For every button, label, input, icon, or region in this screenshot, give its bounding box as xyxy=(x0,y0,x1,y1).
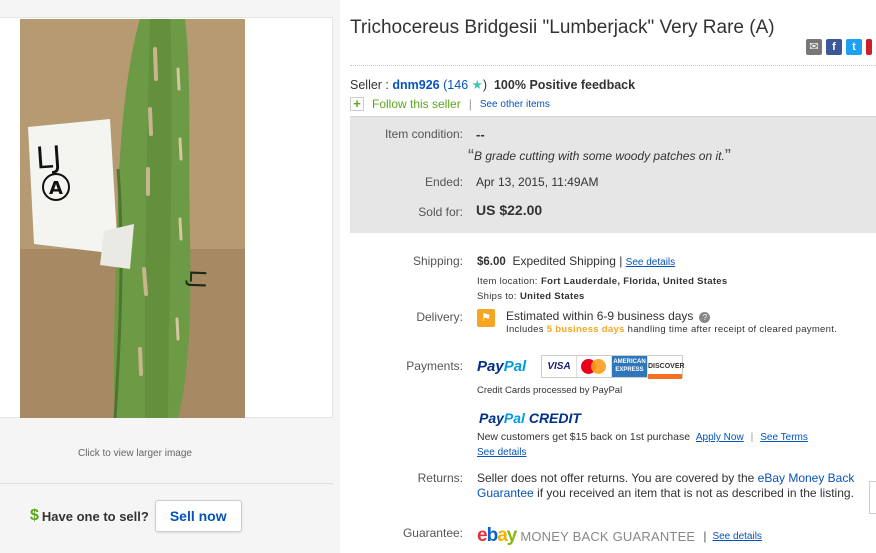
seller-name-link[interactable]: dnm926 xyxy=(392,78,439,92)
card-label-a: A xyxy=(49,178,63,199)
delivery-estimate: Estimated within 6-9 business days? xyxy=(506,309,711,323)
sold-label: Sold for: xyxy=(418,205,463,219)
follow-row: + Follow this seller | See other items xyxy=(350,97,550,111)
feedback-score-link[interactable]: 146 xyxy=(447,78,468,92)
guarantee-row: ebay MONEY BACK GUARANTEE | See details xyxy=(477,525,762,547)
apply-now-link[interactable]: Apply Now xyxy=(696,432,744,443)
condition-note: “B grade cutting with some woody patches… xyxy=(468,146,731,167)
seller-prefix: Seller : xyxy=(350,78,389,92)
credit-word: CREDIT xyxy=(528,410,581,426)
title-divider xyxy=(350,65,876,66)
handling-rest: handling time after receipt of cleared p… xyxy=(627,324,838,335)
feedback-percent: 100% xyxy=(493,78,526,92)
score-close: ) xyxy=(482,78,488,92)
includes-text: Includes xyxy=(506,324,544,335)
share-bar: ✉ f t xyxy=(806,39,872,55)
new-customer-offer: New customers get $15 back on 1st purcha… xyxy=(477,431,808,443)
twitter-icon[interactable]: t xyxy=(846,39,862,55)
money-back-guarantee-text: MONEY BACK GUARANTEE xyxy=(520,528,696,544)
cactus-image: LJ A LJ xyxy=(20,19,245,418)
condition-value: -- xyxy=(476,127,485,142)
star-icon: ★ xyxy=(471,78,483,92)
side-panel-edge xyxy=(869,481,876,514)
separator: | xyxy=(703,529,707,543)
discover-label: DISCOVER xyxy=(648,363,685,370)
payments-see-details-link[interactable]: See details xyxy=(477,447,526,458)
facebook-icon[interactable]: f xyxy=(826,39,842,55)
guarantee-label: Guarantee: xyxy=(402,526,463,540)
shipping-label: Shipping: xyxy=(412,254,463,268)
credit-pay: Pay xyxy=(479,410,504,426)
left-divider xyxy=(0,483,333,484)
ended-value: Apr 13, 2015, 11:49AM xyxy=(476,175,599,189)
click-larger-text[interactable]: Click to view larger image xyxy=(0,448,270,459)
see-terms-link[interactable]: See Terms xyxy=(760,432,808,443)
card-logos: VISA AMERICAN EXPRESS DISCOVER xyxy=(541,355,685,379)
mail-icon[interactable]: ✉ xyxy=(806,39,822,55)
dollar-icon: $ xyxy=(30,507,39,524)
returns-text-a: Seller does not offer returns. You are c… xyxy=(477,471,755,485)
flag-icon: ⚑ xyxy=(477,309,495,327)
follow-seller-link[interactable]: Follow this seller xyxy=(372,97,461,111)
payments-label: Payments: xyxy=(406,359,463,373)
sold-price: US $22.00 xyxy=(476,202,543,218)
location-label: Item location: xyxy=(477,276,538,287)
help-icon[interactable]: ? xyxy=(699,312,711,323)
separator: | xyxy=(750,431,754,443)
feedback-label: Positive feedback xyxy=(529,78,636,92)
ships-to: Ships to: United States xyxy=(477,288,585,302)
seller-info: Seller : dnm926 (146 ★) 100% Positive fe… xyxy=(350,77,635,92)
ebay-logo: ebay xyxy=(477,525,517,546)
location-value: Fort Lauderdale, Florida, United States xyxy=(541,276,728,287)
delivery-label: Delivery: xyxy=(416,310,463,324)
shipping-price: $6.00 xyxy=(477,256,506,268)
guarantee-see-details-link[interactable]: See details xyxy=(712,531,761,542)
visa-icon: VISA xyxy=(542,356,577,377)
item-location: Item location: Fort Lauderdale, Florida,… xyxy=(477,273,727,287)
sell-box: $ Have one to sell? Sell now xyxy=(30,500,242,532)
cactus-label-lj: LJ xyxy=(184,269,210,289)
amex-icon: AMERICAN EXPRESS xyxy=(612,356,647,377)
paypal-credit-logo: PayPal CREDIT xyxy=(479,410,581,426)
shipping-see-details-link[interactable]: See details xyxy=(626,257,675,268)
delivery-estimate-text: Estimated within 6-9 business days xyxy=(506,309,694,323)
cc-processed-text: Credit Cards processed by PayPal xyxy=(477,385,623,396)
paypal-logo: PayPal xyxy=(477,358,526,375)
image-column: LJ A LJ Click to view larger image $ Hav… xyxy=(0,0,340,553)
listing-title: Trichocereus Bridgesii "Lumberjack" Very… xyxy=(350,17,775,38)
credit-pal: Pal xyxy=(503,410,525,426)
new-customer-text: New customers get $15 back on 1st purcha… xyxy=(477,431,691,443)
handling-note: Includes 5 business days handling time a… xyxy=(506,324,866,336)
main-image-frame[interactable]: LJ A LJ xyxy=(0,17,333,418)
shipping-main: $6.00 Expedited Shipping | See details xyxy=(477,254,675,268)
handling-days: 5 business days xyxy=(546,324,625,335)
product-photo[interactable]: LJ A LJ xyxy=(20,19,245,418)
sell-now-button[interactable]: Sell now xyxy=(154,500,242,532)
mastercard-icon xyxy=(577,356,612,377)
paypal-logo-pal: Pal xyxy=(503,358,527,375)
ships-to-label: Ships to: xyxy=(477,291,517,302)
discover-icon: DISCOVER xyxy=(647,356,685,379)
separator: | xyxy=(468,97,472,111)
shipping-method: Expedited Shipping | xyxy=(512,254,623,268)
returns-text: Seller does not offer returns. You are c… xyxy=(477,471,876,501)
returns-label: Returns: xyxy=(417,471,463,485)
close-quote: ” xyxy=(724,146,731,166)
paypal-logo-pay: Pay xyxy=(477,358,504,375)
sell-question: Have one to sell? xyxy=(41,508,149,524)
plus-icon[interactable]: + xyxy=(350,97,364,111)
pinterest-icon[interactable] xyxy=(866,39,872,55)
ships-to-value: United States xyxy=(520,291,585,302)
see-other-items-link[interactable]: See other items xyxy=(480,99,550,110)
condition-note-text: B grade cutting with some woody patches … xyxy=(474,149,725,163)
returns-text-b: if you received an item that is not as d… xyxy=(537,486,854,500)
ended-label: Ended: xyxy=(424,175,463,189)
card-label-lj: LJ xyxy=(35,140,63,177)
condition-label: Item condition: xyxy=(384,127,463,141)
